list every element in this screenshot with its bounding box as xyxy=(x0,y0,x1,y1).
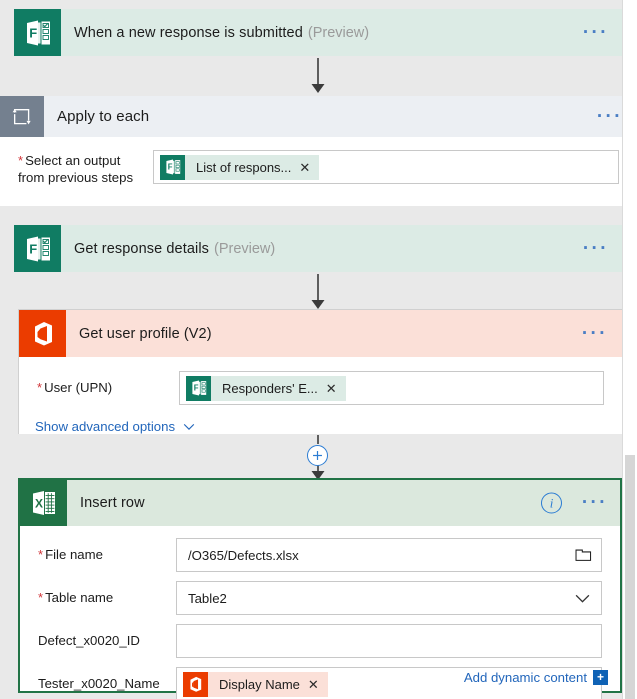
token-list-of-responses[interactable]: F List of respons... ✕ xyxy=(160,154,320,180)
card-get-user-profile[interactable]: Get user profile (V2) ··· *User (UPN) F xyxy=(18,309,623,434)
card-apply-to-each[interactable]: Apply to each ··· * Select an output from… xyxy=(0,96,637,206)
loop-icon xyxy=(0,96,44,137)
token-label: List of respons... xyxy=(196,159,292,175)
tester-name-label: Tester_x0020_Name xyxy=(38,676,160,691)
get-response-details-header[interactable]: F Get response details (Preview) ··· xyxy=(14,225,623,272)
svg-text:F: F xyxy=(29,241,37,256)
defect-id-input[interactable] xyxy=(176,624,602,658)
microsoft-forms-icon: F xyxy=(160,154,185,180)
insert-row-body: * File name /O365/Defects.xlsx * Table nam… xyxy=(20,526,620,699)
excel-icon: X xyxy=(20,480,67,526)
get-user-profile-title: Get user profile (V2) xyxy=(79,325,212,342)
table-name-label: * Table name xyxy=(38,590,114,605)
token-responders-email[interactable]: F Responders' E... ✕ xyxy=(186,375,346,401)
apply-to-each-menu-button[interactable]: ··· xyxy=(597,107,623,126)
get-response-details-title: Get response details xyxy=(74,240,209,257)
token-label: Display Name xyxy=(219,676,300,692)
file-name-value: /O365/Defects.xlsx xyxy=(188,547,299,563)
chevron-down-icon[interactable] xyxy=(574,590,591,607)
connector-arrow-1 xyxy=(311,58,325,93)
svg-text:F: F xyxy=(29,25,37,40)
page-scrollbar-thumb[interactable] xyxy=(625,455,635,699)
info-icon: i xyxy=(549,495,554,510)
get-response-details-menu-button[interactable]: ··· xyxy=(583,239,609,258)
plus-icon xyxy=(313,451,322,460)
svg-text:F: F xyxy=(167,163,172,172)
insert-row-title: Insert row xyxy=(80,495,145,511)
page-scrollbar-track[interactable] xyxy=(622,0,637,699)
folder-icon[interactable] xyxy=(575,547,592,563)
file-name-input[interactable]: /O365/Defects.xlsx xyxy=(176,538,602,572)
insert-new-step-button[interactable] xyxy=(307,445,328,466)
trigger-header[interactable]: F When a new response is submitted (Prev… xyxy=(14,9,623,56)
card-insert-row[interactable]: X Insert row i ··· * File name /O365/Def… xyxy=(18,478,622,699)
get-user-profile-body: * User (UPN) F Responders' E... ✕ Show a… xyxy=(19,357,622,434)
defect-id-field-row: Defect_x0020_ID xyxy=(20,615,620,658)
apply-to-each-title: Apply to each xyxy=(57,108,150,125)
trigger-menu-button[interactable]: ··· xyxy=(583,23,609,42)
microsoft-forms-icon: F xyxy=(14,225,61,272)
select-output-field-row: *Select an output from previous steps F xyxy=(0,137,637,186)
connector-arrow-2 xyxy=(311,274,325,309)
insert-row-info-button[interactable]: i xyxy=(541,492,562,514)
user-upn-input[interactable]: F Responders' E... ✕ xyxy=(179,371,604,405)
office-365-icon xyxy=(183,671,208,697)
show-advanced-options-label: Show advanced options xyxy=(35,419,176,434)
required-marker: * xyxy=(38,590,44,605)
token-remove-button[interactable]: ✕ xyxy=(326,382,346,395)
required-marker: * xyxy=(38,547,44,562)
token-label: Responders' E... xyxy=(222,380,318,396)
token-remove-button[interactable]: ✕ xyxy=(299,161,319,174)
user-upn-field-row: * User (UPN) F Responders' E... ✕ xyxy=(19,357,622,405)
get-response-details-preview-badge: (Preview) xyxy=(214,240,276,257)
svg-text:F: F xyxy=(193,384,198,393)
microsoft-forms-icon: F xyxy=(14,9,61,56)
apply-to-each-header[interactable]: Apply to each ··· xyxy=(0,96,637,137)
defect-id-label: Defect_x0020_ID xyxy=(38,633,140,648)
flow-designer-canvas: F When a new response is submitted (Prev… xyxy=(0,0,637,699)
required-marker: * xyxy=(18,153,24,168)
file-name-field-row: * File name /O365/Defects.xlsx xyxy=(20,526,620,572)
select-output-label: * Select an output from previous steps xyxy=(18,153,134,185)
trigger-title: When a new response is submitted xyxy=(74,24,303,41)
file-name-label: * File name xyxy=(38,547,103,562)
microsoft-forms-icon: F xyxy=(186,375,211,401)
add-dynamic-content-plus-icon: + xyxy=(593,670,608,685)
select-output-label-line2: from previous steps xyxy=(18,170,134,185)
card-trigger[interactable]: F When a new response is submitted (Prev… xyxy=(14,9,623,56)
chevron-down-icon xyxy=(183,423,195,430)
show-advanced-options-button[interactable]: Show advanced options xyxy=(19,405,622,434)
insert-row-header[interactable]: X Insert row i ··· xyxy=(20,480,620,526)
trigger-preview-badge: (Preview) xyxy=(307,24,370,41)
card-get-response-details[interactable]: F Get response details (Preview) ··· xyxy=(14,225,623,272)
table-name-field-row: * Table name Table2 xyxy=(20,572,620,615)
table-name-value: Table2 xyxy=(188,590,227,606)
apply-to-each-body: *Select an output from previous steps F xyxy=(0,137,637,206)
token-display-name[interactable]: Display Name ✕ xyxy=(183,671,328,697)
required-marker: * xyxy=(37,380,43,395)
office-365-icon xyxy=(19,310,66,357)
token-remove-button[interactable]: ✕ xyxy=(308,678,328,691)
user-upn-label: * User (UPN) xyxy=(37,380,113,395)
add-dynamic-content-button[interactable]: Add dynamic content + xyxy=(464,670,608,685)
get-user-profile-header[interactable]: Get user profile (V2) ··· xyxy=(19,310,622,357)
svg-text:X: X xyxy=(35,496,43,510)
add-dynamic-content-label: Add dynamic content xyxy=(463,670,587,685)
insert-row-menu-button[interactable]: ··· xyxy=(582,493,608,512)
select-output-input[interactable]: F List of respons... ✕ xyxy=(153,150,619,184)
get-user-profile-menu-button[interactable]: ··· xyxy=(582,324,608,343)
table-name-select[interactable]: Table2 xyxy=(176,581,602,615)
